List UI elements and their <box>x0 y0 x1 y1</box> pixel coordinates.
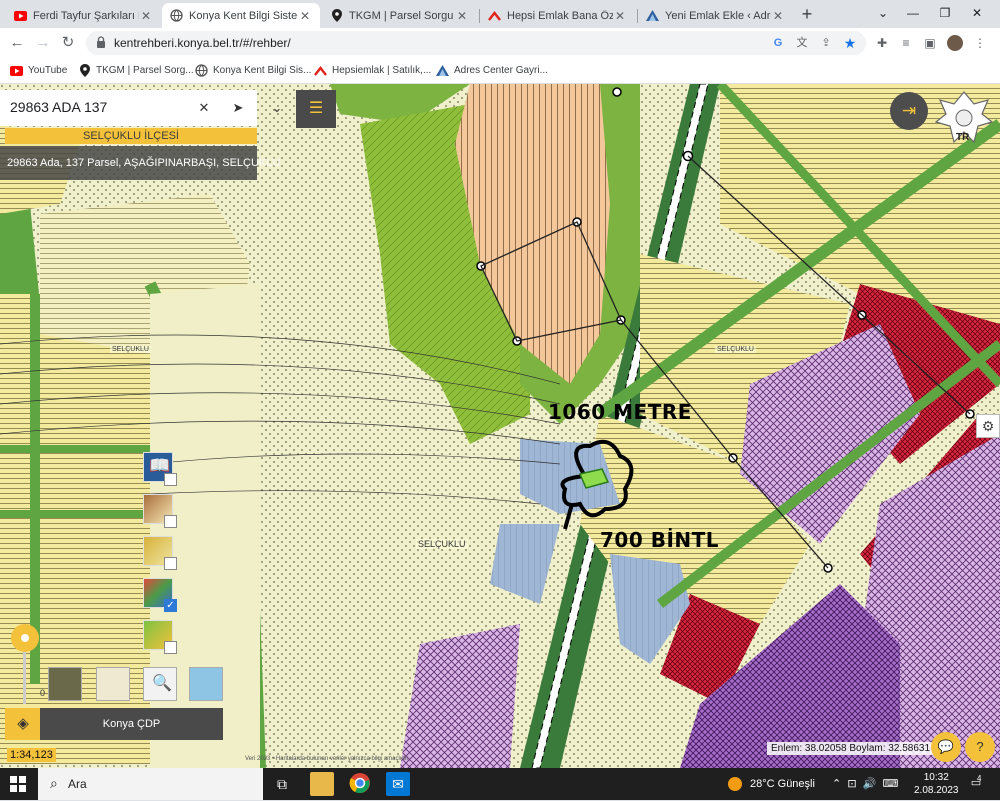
map-scale: 1:34,123 <box>7 748 56 762</box>
new-tab-button[interactable]: + <box>797 4 817 24</box>
bookmark-youtube[interactable]: YouTube <box>10 64 67 77</box>
clear-search-icon[interactable]: ✕ <box>196 100 212 116</box>
search-icon: ⌕ <box>50 775 58 791</box>
layer-checkbox-4[interactable]: ✓ <box>164 599 177 612</box>
map-pin-icon <box>330 9 343 22</box>
map-label-selcuklu-right: SELÇUKLU <box>715 346 756 353</box>
youtube-icon <box>14 9 27 22</box>
coordinates-readout: Enlem: 38.02058 Boylam: 32.58631 <box>767 742 934 755</box>
weather-widget[interactable]: 28°C Güneşli <box>728 777 815 791</box>
bookmark-hepsiemlak[interactable]: Hepsiemlak | Satılık,... <box>314 64 431 77</box>
share-icon[interactable]: ⇪ <box>818 36 834 50</box>
sun-icon <box>728 777 742 791</box>
globe-icon <box>170 9 183 22</box>
tab-hepsi-emlak[interactable]: Hepsi Emlak Bana Özel ✕ <box>480 3 635 28</box>
close-icon[interactable]: ✕ <box>298 9 312 23</box>
minimize-icon[interactable]: — <box>898 2 928 24</box>
side-panel-icon[interactable]: ▣ <box>922 35 938 51</box>
hepsiemlak-icon <box>488 9 501 22</box>
browser-toolbar: ← → ↻ kentrehberi.konya.bel.tr/#/rehber/… <box>0 28 1000 58</box>
tab-search-icon[interactable]: ⌄ <box>868 2 898 24</box>
zoom-level-label: 0 <box>40 688 46 698</box>
close-icon[interactable]: ✕ <box>771 9 785 23</box>
bookmarks-bar: YouTube TKGM | Parsel Sorg... Konya Kent… <box>0 58 1000 84</box>
back-icon[interactable]: ← <box>6 32 28 54</box>
map-attribution: Veri 2023 • Haritalarda bulunan veriler … <box>245 756 409 762</box>
close-icon[interactable]: ✕ <box>613 9 627 23</box>
chrome-icon[interactable] <box>348 772 372 796</box>
task-view-icon[interactable]: ⧉ <box>270 772 294 796</box>
layer-checkbox-2[interactable] <box>164 515 177 528</box>
chevron-down-icon[interactable]: ⌄ <box>269 100 285 116</box>
layer-checkbox-1[interactable] <box>164 473 177 486</box>
adres-center-icon <box>646 9 659 22</box>
basemap-street-thumb[interactable] <box>96 667 130 701</box>
parcel-search-box: ✕ ➤ ⌄ <box>0 90 282 126</box>
tab-adres-center[interactable]: Yeni Emlak Ekle ‹ Adres Ce ✕ <box>638 3 793 28</box>
tab-konya-kent[interactable]: Konya Kent Bilgi Sistemi ✕ <box>162 3 320 28</box>
windows-taskbar: ⌕ Ara ⧉ ✉ 28°C Güneşli ⌃ ⊡ 🔊 ⌨ 10:32 2.0… <box>0 768 1000 800</box>
mail-icon[interactable]: ✉ <box>386 772 410 796</box>
lock-icon <box>97 36 105 48</box>
search-input[interactable] <box>10 99 180 115</box>
map-pin-icon <box>78 64 91 77</box>
close-icon[interactable]: ✕ <box>139 9 153 23</box>
list-menu-icon[interactable]: ☰ <box>296 90 336 128</box>
distance-annotation: 1060 METRE <box>548 400 692 424</box>
tab-ferdi-tayfur[interactable]: Ferdi Tayfur Şarkıları E ✕ <box>6 3 161 28</box>
chrome-menu-icon[interactable]: ⋮ <box>972 35 988 51</box>
map-view[interactable]: ✕ ➤ ⌄ ☰ SELÇUKLU İLÇESİ 29863 Ada, 137 P… <box>0 84 1000 768</box>
zoning-map-canvas[interactable] <box>0 84 1000 768</box>
media-icon[interactable]: ≡ <box>898 35 914 51</box>
active-layer-name[interactable]: Konya ÇDP <box>40 708 223 740</box>
address-bar[interactable]: kentrehberi.konya.bel.tr/#/rehber/ G 文 ⇪… <box>86 31 866 55</box>
chat-icon[interactable]: 💬 <box>931 732 961 762</box>
notification-icon[interactable]: ▭ 4 <box>968 774 984 792</box>
bookmark-tkgm[interactable]: TKGM | Parsel Sorg... <box>78 64 194 77</box>
layers-icon[interactable]: ◈ <box>5 708 41 740</box>
price-annotation: 700 BİNTL <box>600 528 720 552</box>
login-icon[interactable]: ⇥ <box>890 92 928 130</box>
help-icon[interactable]: ? <box>965 732 995 762</box>
globe-icon <box>195 64 208 77</box>
zoom-slider-knob[interactable] <box>11 624 39 652</box>
adres-center-icon <box>436 64 449 77</box>
bookmark-star-icon[interactable]: ★ <box>842 36 858 50</box>
basemap-satellite-thumb[interactable] <box>48 667 82 701</box>
browser-tab-strip: Ferdi Tayfur Şarkıları E ✕ Konya Kent Bi… <box>0 0 1000 28</box>
forward-icon[interactable]: → <box>32 32 54 54</box>
hepsiemlak-icon <box>314 64 327 77</box>
youtube-icon <box>10 64 23 77</box>
reload-icon[interactable]: ↻ <box>57 32 79 54</box>
translate-icon[interactable]: 文 <box>794 36 810 50</box>
url-text: kentrehberi.konya.bel.tr/#/rehber/ <box>114 36 291 50</box>
close-icon[interactable]: ✕ <box>455 9 469 23</box>
system-tray[interactable]: ⌃ ⊡ 🔊 ⌨ <box>832 777 898 790</box>
clock[interactable]: 10:32 2.08.2023 <box>914 771 959 797</box>
file-explorer-icon[interactable] <box>310 772 334 796</box>
bookmark-adres-center[interactable]: Adres Center Gayri... <box>436 64 548 77</box>
layer-checkbox-5[interactable] <box>164 641 177 654</box>
map-label-selcuklu-left: SELÇUKLU <box>110 346 151 353</box>
taskbar-search[interactable]: ⌕ Ara <box>38 768 263 800</box>
parcel-info[interactable]: 29863 Ada, 137 Parsel, AŞAĞIPINARBAŞI, S… <box>0 146 280 180</box>
extensions-icon[interactable]: ✚ <box>874 35 890 51</box>
locate-icon[interactable]: ➤ <box>230 100 246 116</box>
restore-icon[interactable]: ❐ <box>930 2 960 24</box>
basemap-search-thumb[interactable]: 🔍 <box>143 667 177 701</box>
google-lens-icon[interactable]: G <box>770 36 786 50</box>
crest-text: TR <box>956 132 970 143</box>
notification-count: 4 <box>977 774 982 783</box>
bookmark-konya-kent[interactable]: Konya Kent Bilgi Sis... <box>195 64 311 77</box>
district-label: SELÇUKLU İLÇESİ <box>5 128 257 144</box>
municipality-logo: TR <box>934 88 994 148</box>
close-window-icon[interactable]: ✕ <box>962 2 992 24</box>
settings-gear-icon[interactable]: ⚙ <box>976 414 1000 438</box>
tab-tkgm[interactable]: TKGM | Parsel Sorgu Uygu ✕ <box>322 3 477 28</box>
map-label-selcuklu: SELÇUKLU <box>416 539 468 549</box>
layer-checkbox-3[interactable] <box>164 557 177 570</box>
basemap-map-thumb[interactable] <box>189 667 223 701</box>
windows-start-icon[interactable] <box>10 776 26 792</box>
profile-avatar[interactable] <box>947 35 963 51</box>
